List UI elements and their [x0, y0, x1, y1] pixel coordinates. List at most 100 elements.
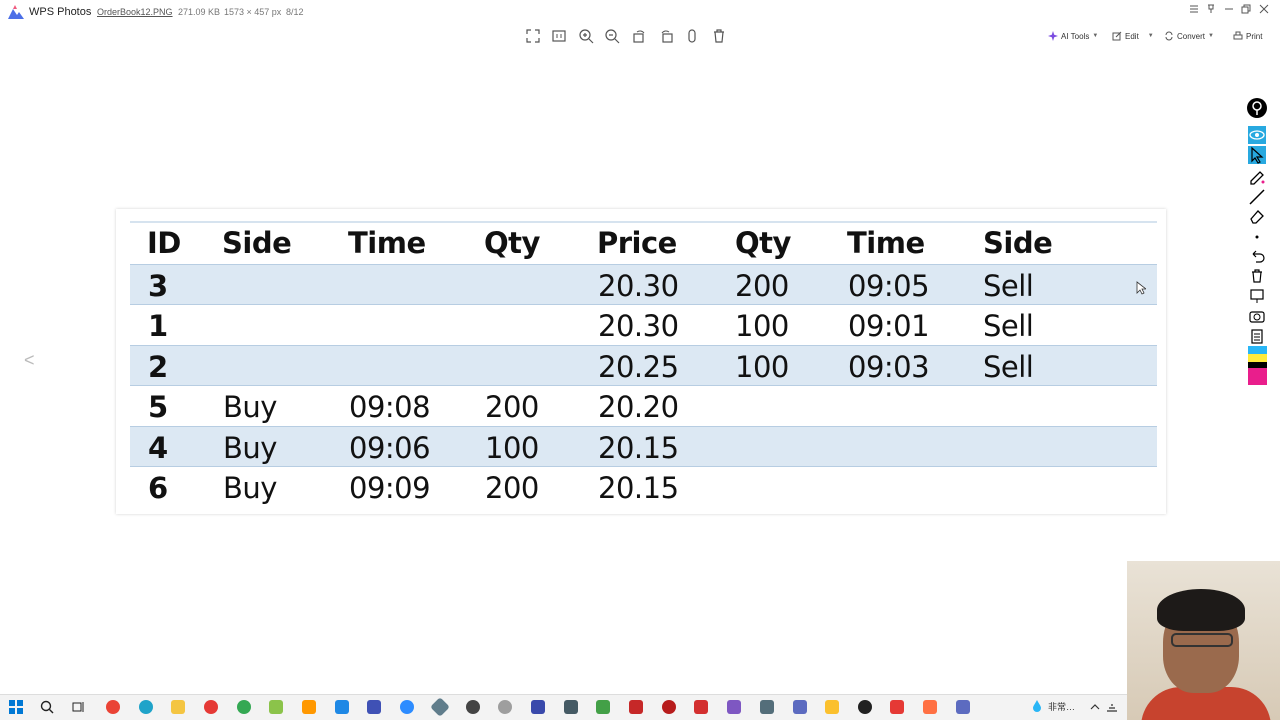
zoom-icon[interactable]: [400, 700, 414, 714]
color-swatch-magenta[interactable]: [1248, 368, 1267, 385]
fullscreen-icon[interactable]: [525, 28, 541, 44]
wps-office-icon[interactable]: [890, 700, 904, 714]
delete-icon[interactable]: [711, 28, 727, 44]
file-explorer-icon[interactable]: [171, 700, 185, 714]
ime-indicator[interactable]: 非常…: [1048, 700, 1075, 713]
whiteboard-icon[interactable]: [1248, 287, 1266, 305]
cell-price: 20.15: [598, 471, 679, 505]
file-name-link[interactable]: OrderBook12.PNG: [97, 7, 173, 17]
table-row: 5 Buy 09:08 200 20.20: [130, 386, 1157, 427]
postgres-icon[interactable]: [793, 700, 807, 714]
color-swatch-yellow[interactable]: [1248, 354, 1267, 362]
menu-icon[interactable]: [1187, 4, 1201, 18]
app-black-icon[interactable]: [858, 700, 872, 714]
pointer-icon[interactable]: [1248, 146, 1266, 164]
eye-icon[interactable]: [1248, 126, 1266, 144]
hand-pan-icon[interactable]: [684, 28, 700, 44]
chevron-up-icon[interactable]: [1090, 702, 1100, 712]
cell-bid-side: Buy: [223, 431, 277, 465]
cell-ask-side: Sell: [983, 269, 1034, 303]
app-orange-icon[interactable]: [923, 700, 937, 714]
print-button[interactable]: Print: [1233, 29, 1262, 43]
header-bid-time: Time: [348, 226, 426, 260]
eraser-icon[interactable]: [1248, 207, 1266, 225]
cell-bid-time: 09:08: [349, 390, 431, 424]
zoom-out-icon[interactable]: [604, 28, 620, 44]
cell-id: 1: [148, 309, 168, 343]
original-size-icon[interactable]: [551, 28, 567, 44]
cell-ask-qty: 100: [735, 309, 789, 343]
app-gray-icon[interactable]: [498, 700, 512, 714]
restore-icon[interactable]: [1239, 4, 1253, 18]
mouse-cursor-icon: [1136, 281, 1146, 295]
cell-ask-qty: 100: [735, 350, 789, 384]
cell-bid-time: 09:09: [349, 471, 431, 505]
convert-label: Convert: [1177, 31, 1206, 41]
app-red-icon[interactable]: [204, 700, 218, 714]
intellij-icon[interactable]: [367, 700, 381, 714]
search-icon[interactable]: [40, 700, 54, 714]
rotate-right-icon[interactable]: [659, 28, 675, 44]
chrome-icon[interactable]: [106, 700, 120, 714]
annotation-tool-logo-icon[interactable]: [1247, 98, 1267, 118]
cell-ask-side: Sell: [983, 309, 1034, 343]
sublime-icon[interactable]: [302, 700, 316, 714]
table-row: 4 Buy 09:06 100 20.15: [130, 426, 1157, 467]
app-purple-icon[interactable]: [727, 700, 741, 714]
edit-button[interactable]: Edit ▼: [1112, 29, 1154, 43]
cell-price: 20.15: [598, 431, 679, 465]
sparkle-icon: [1048, 31, 1058, 41]
pin-icon[interactable]: [1204, 4, 1218, 18]
chevron-down-icon: ▼: [1208, 33, 1214, 39]
trash-icon[interactable]: [1248, 267, 1266, 285]
close-icon[interactable]: [1257, 4, 1271, 18]
cell-ask-side: Sell: [983, 350, 1034, 384]
clipboard-icon[interactable]: [1248, 327, 1266, 345]
app-slate-icon[interactable]: [760, 700, 774, 714]
notepad-icon[interactable]: [269, 700, 283, 714]
task-view-icon[interactable]: [72, 700, 86, 714]
convert-button[interactable]: Convert ▼: [1164, 29, 1214, 43]
windows-start-icon[interactable]: [9, 700, 23, 714]
previous-image-icon[interactable]: <: [24, 350, 35, 371]
github-icon[interactable]: [466, 700, 480, 714]
app-yellow-icon[interactable]: [825, 700, 839, 714]
terminal-icon[interactable]: [564, 700, 578, 714]
rotate-left-icon[interactable]: [631, 28, 647, 44]
zoom-in-icon[interactable]: [578, 28, 594, 44]
line-icon[interactable]: [1248, 188, 1266, 206]
dot-icon[interactable]: [1248, 228, 1266, 246]
water-drop-icon[interactable]: [1032, 699, 1042, 713]
camera-icon[interactable]: [1248, 307, 1266, 325]
app-red2-icon[interactable]: [694, 700, 708, 714]
ai-tools-label: AI Tools: [1061, 31, 1090, 41]
color-swatch-cyan[interactable]: [1248, 346, 1267, 354]
header-ask-qty: Qty: [735, 226, 791, 260]
file-position: 8/12: [286, 7, 304, 17]
cell-bid-qty: 200: [485, 390, 539, 424]
wps-photos-window: WPS Photos OrderBook12.PNG 271.09 KB 157…: [0, 0, 1280, 720]
cell-bid-qty: 100: [485, 431, 539, 465]
vscode-icon[interactable]: [335, 700, 349, 714]
app-dark-red-icon[interactable]: [662, 700, 676, 714]
title-bar: WPS Photos OrderBook12.PNG 271.09 KB 157…: [0, 0, 1280, 24]
header-price: Price: [597, 226, 677, 260]
undo-icon[interactable]: [1248, 247, 1266, 265]
webcam-overlay: [1127, 561, 1280, 720]
app-pdf-icon[interactable]: [629, 700, 643, 714]
wps-photos-active-icon[interactable]: [956, 700, 970, 714]
wps-photos-task-icon[interactable]: [531, 700, 545, 714]
presenter-hair: [1157, 589, 1245, 631]
header-bid-side: Side: [222, 226, 292, 260]
pen-icon[interactable]: [1248, 167, 1266, 185]
cell-id: 6: [148, 471, 168, 505]
pycharm-icon[interactable]: [596, 700, 610, 714]
table-row: 3 20.30 200 09:05 Sell: [130, 264, 1157, 305]
network-icon[interactable]: [1106, 701, 1118, 713]
minimize-icon[interactable]: [1222, 4, 1236, 18]
edge-icon[interactable]: [139, 700, 153, 714]
file-size: 271.09 KB: [178, 7, 221, 17]
chrome-alt-icon[interactable]: [237, 700, 251, 714]
ai-tools-button[interactable]: AI Tools ▼: [1048, 29, 1098, 43]
chevron-down-icon: ▼: [1092, 33, 1099, 39]
